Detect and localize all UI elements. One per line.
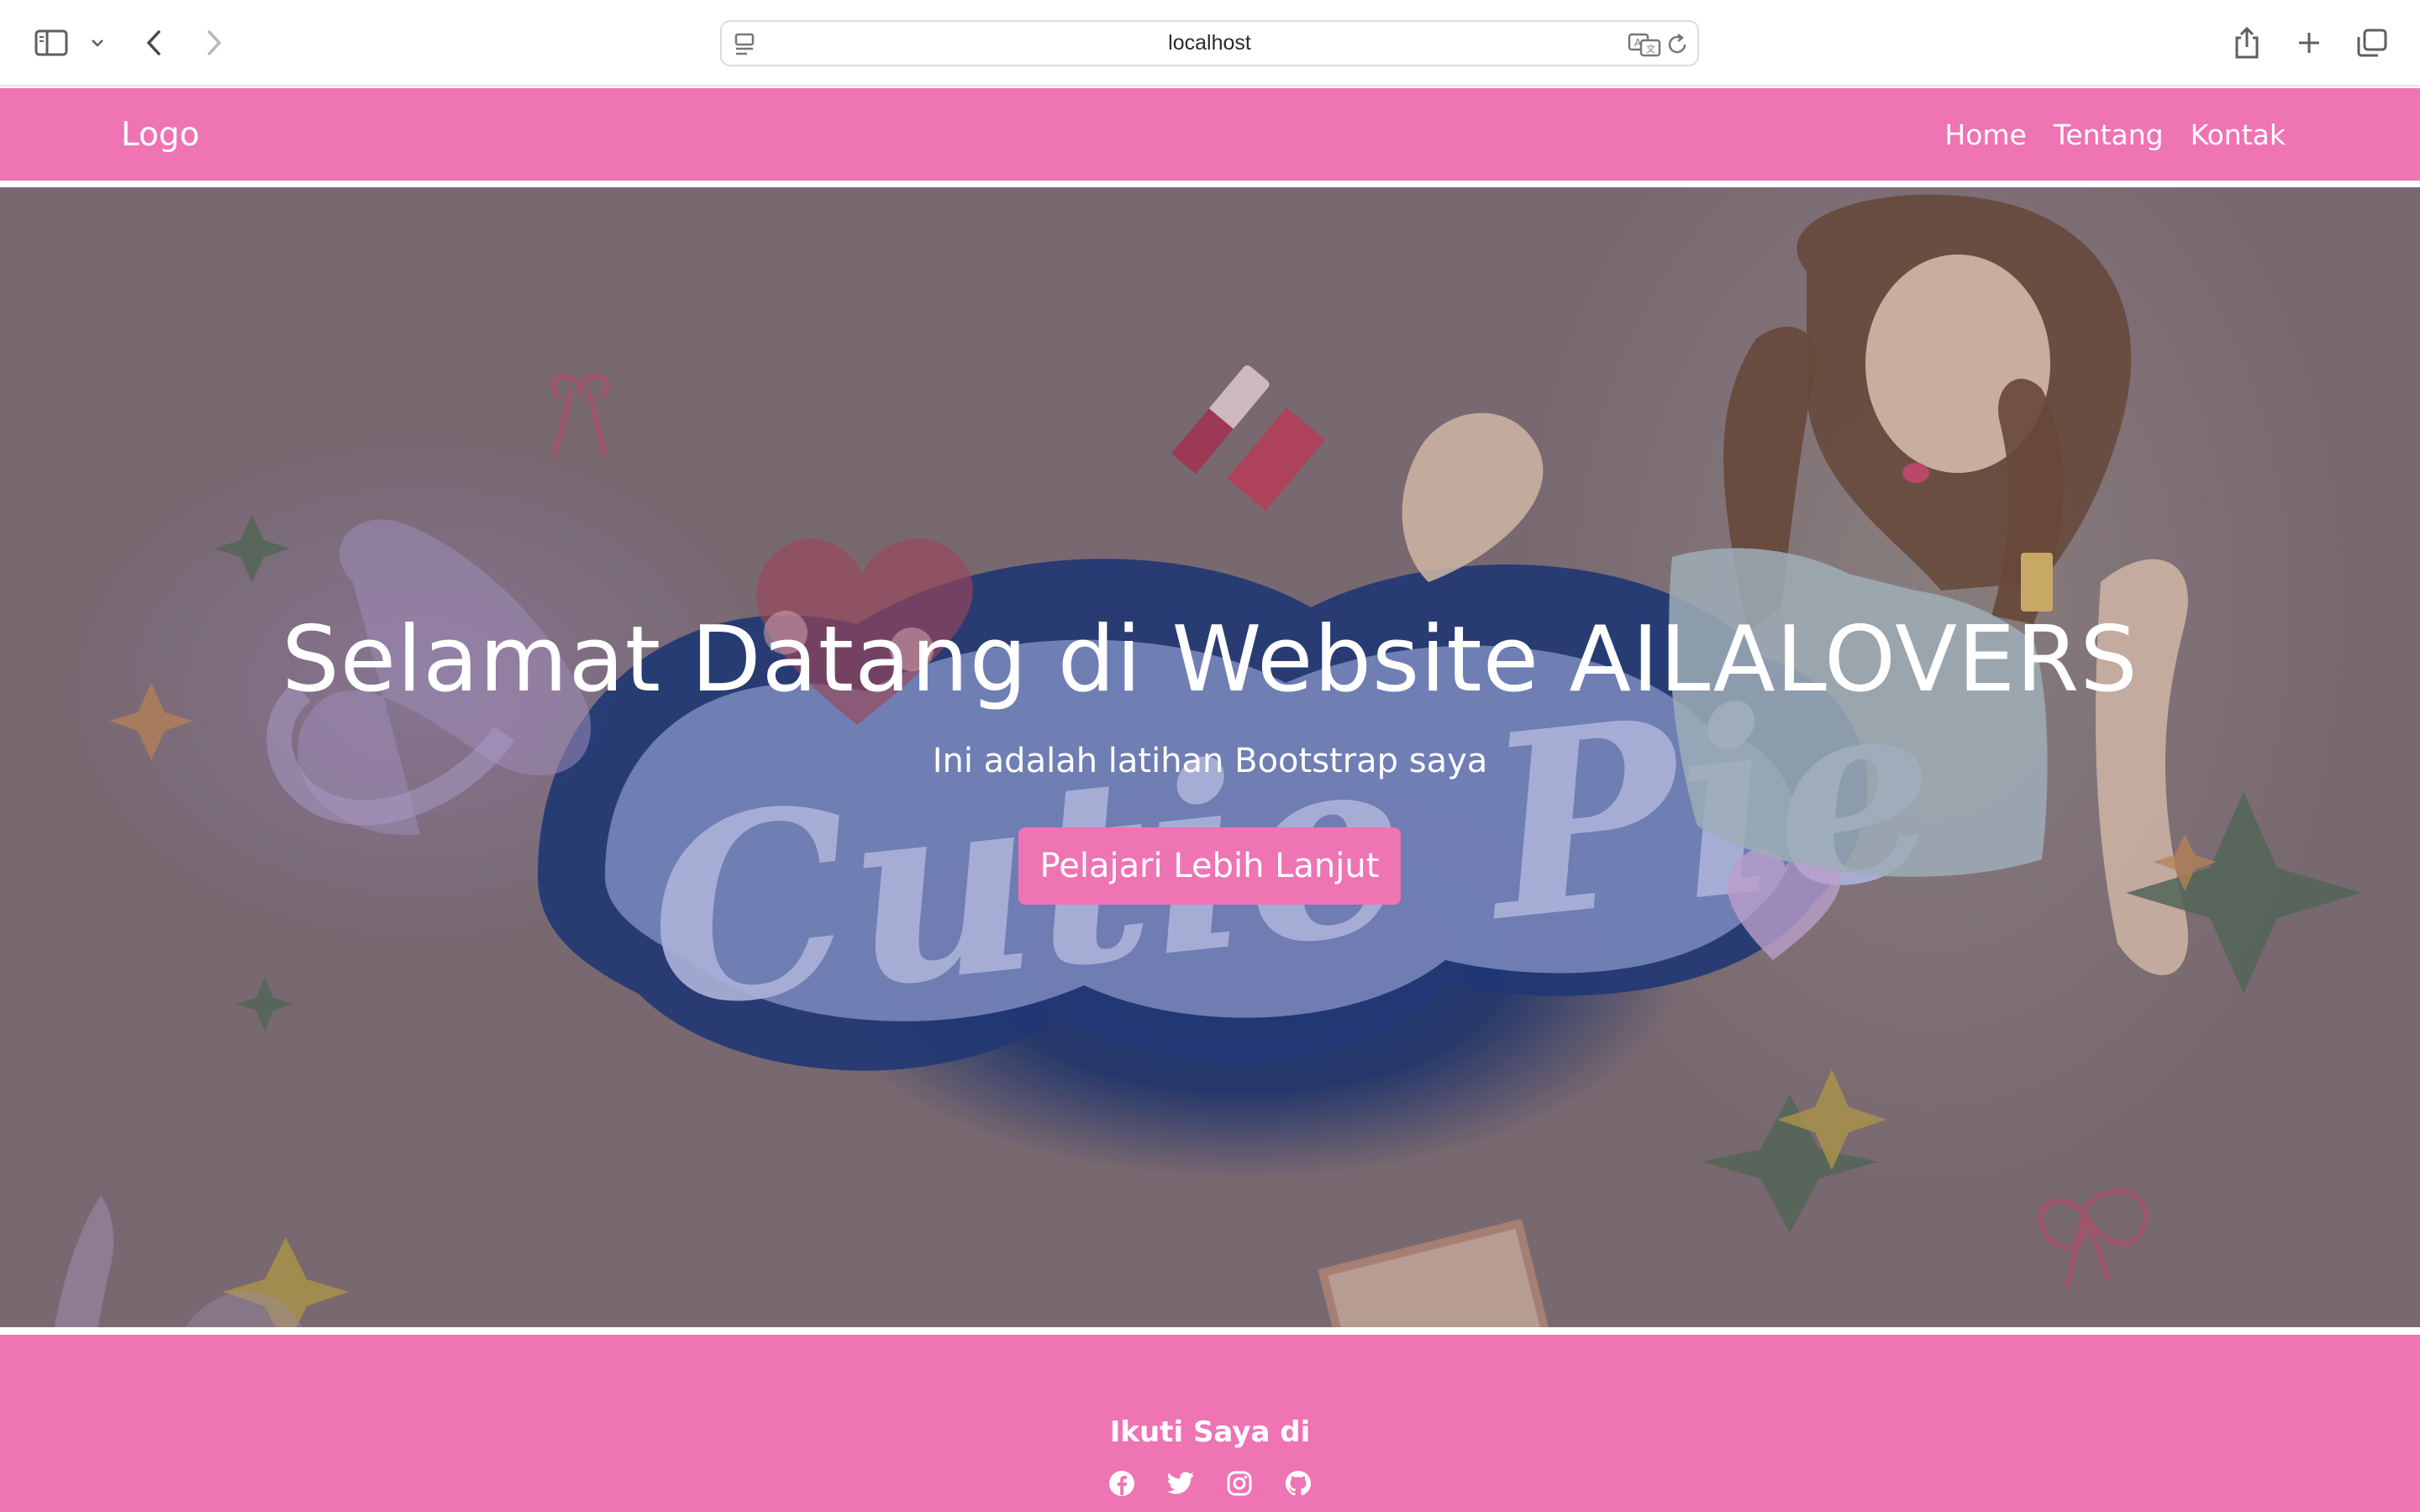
twitter-icon[interactable] — [1166, 1469, 1195, 1498]
nav-link-tentang[interactable]: Tentang — [2054, 118, 2164, 151]
new-tab-icon[interactable] — [2292, 22, 2326, 64]
learn-more-button[interactable]: Pelajari Lebih Lanjut — [1018, 827, 1401, 905]
chevron-down-icon[interactable] — [87, 22, 108, 64]
hero-subtitle: Ini adalah latihan Bootstrap saya — [932, 742, 1488, 780]
forward-arrow-icon[interactable] — [200, 22, 229, 64]
url-text: localhost — [1168, 31, 1251, 55]
github-icon[interactable] — [1284, 1469, 1313, 1498]
sidebar-toggle-icon[interactable] — [32, 22, 71, 64]
reload-icon[interactable] — [1666, 32, 1690, 60]
hero-section: Cutie Pie — [0, 187, 2420, 1327]
hero-content: Selamat Datang di Website AILALOVERS Ini… — [0, 187, 2420, 1327]
nav-links: Home Tentang Kontak — [1944, 88, 2286, 181]
footer-heading: Ikuti Saya di — [1109, 1415, 1311, 1449]
share-icon[interactable] — [2230, 22, 2264, 64]
svg-text:A: A — [1634, 37, 1642, 49]
tab-overview-icon[interactable] — [2354, 22, 2390, 64]
instagram-icon[interactable] — [1225, 1469, 1254, 1498]
navbar: Logo Home Tentang Kontak — [0, 88, 2420, 181]
browser-toolbar: localhost A文 — [0, 0, 2420, 87]
hero-title: Selamat Datang di Website AILALOVERS — [281, 607, 2139, 712]
address-bar[interactable]: localhost A文 — [720, 20, 1699, 66]
footer: Ikuti Saya di — [0, 1335, 2420, 1512]
back-arrow-icon[interactable] — [139, 22, 168, 64]
facebook-icon[interactable] — [1107, 1469, 1136, 1498]
logo[interactable]: Logo — [121, 88, 200, 181]
svg-text:文: 文 — [1646, 43, 1655, 55]
nav-link-kontak[interactable]: Kontak — [2191, 118, 2286, 151]
translate-icon[interactable]: A文 — [1628, 32, 1661, 60]
social-links — [0, 1469, 2420, 1498]
nav-link-home[interactable]: Home — [1944, 118, 2026, 151]
